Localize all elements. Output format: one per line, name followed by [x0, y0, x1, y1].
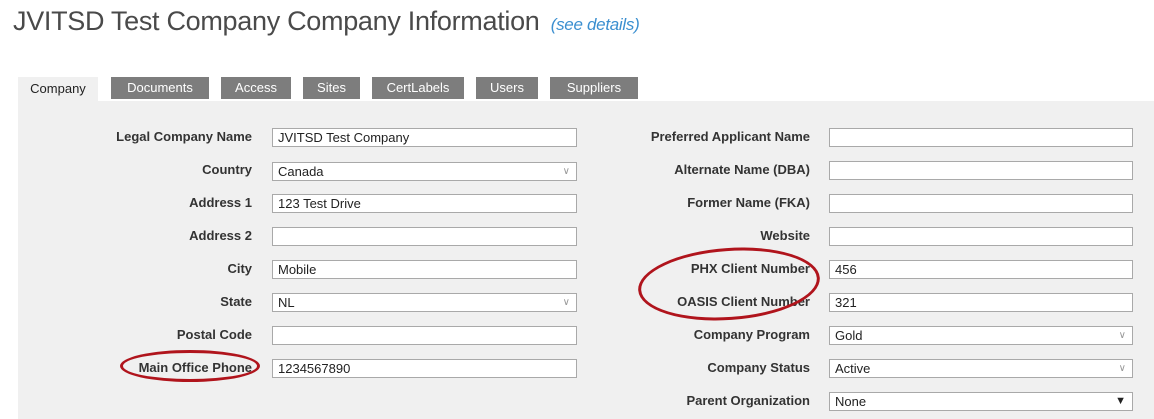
- tab-documents[interactable]: Documents: [111, 77, 209, 99]
- legal-company-name-input[interactable]: JVITSD Test Company: [272, 128, 577, 147]
- company-status-select[interactable]: Active: [829, 359, 1133, 378]
- tab-access[interactable]: Access: [221, 77, 291, 99]
- website-label: Website: [760, 228, 810, 243]
- company-program-select[interactable]: Gold: [829, 326, 1133, 345]
- address1-input[interactable]: 123 Test Drive: [272, 194, 577, 213]
- website-input[interactable]: [829, 227, 1133, 246]
- tab-certlabels[interactable]: CertLabels: [372, 77, 464, 99]
- parent-organization-select[interactable]: None ▼: [829, 392, 1133, 411]
- city-input[interactable]: Mobile: [272, 260, 577, 279]
- postal-code-input[interactable]: [272, 326, 577, 345]
- see-details-link[interactable]: (see details): [551, 15, 640, 34]
- preferred-applicant-name-label: Preferred Applicant Name: [650, 129, 810, 144]
- former-name-label: Former Name (FKA): [687, 195, 810, 210]
- phx-client-number-label: PHX Client Number: [690, 261, 810, 276]
- phx-client-number-input[interactable]: 456: [829, 260, 1133, 279]
- tab-company[interactable]: Company: [18, 77, 98, 103]
- alternate-name-label: Alternate Name (DBA): [674, 162, 810, 177]
- address2-label: Address 2: [189, 228, 252, 243]
- preferred-applicant-name-input[interactable]: [829, 128, 1133, 147]
- city-label: City: [227, 261, 252, 276]
- tab-suppliers[interactable]: Suppliers: [550, 77, 638, 99]
- legal-company-name-label: Legal Company Name: [116, 129, 252, 144]
- page-title: JVITSD Test Company Company Information …: [13, 6, 640, 37]
- address1-label: Address 1: [189, 195, 252, 210]
- oasis-client-number-label: OASIS Client Number: [677, 294, 810, 309]
- company-program-label: Company Program: [693, 327, 810, 342]
- alternate-name-input[interactable]: [829, 161, 1133, 180]
- former-name-input[interactable]: [829, 194, 1133, 213]
- country-select[interactable]: Canada: [272, 162, 577, 181]
- main-office-phone-input[interactable]: 1234567890: [272, 359, 577, 378]
- main-office-phone-label: Main Office Phone: [138, 360, 252, 375]
- dropdown-arrow-icon: ▼: [1115, 395, 1126, 407]
- state-select[interactable]: NL: [272, 293, 577, 312]
- tab-users[interactable]: Users: [476, 77, 538, 99]
- oasis-client-number-input[interactable]: 321: [829, 293, 1133, 312]
- tab-sites[interactable]: Sites: [303, 77, 360, 99]
- parent-organization-value: None: [835, 394, 867, 409]
- page-title-text: JVITSD Test Company Company Information: [13, 6, 540, 36]
- parent-organization-label: Parent Organization: [686, 393, 810, 408]
- state-label: State: [220, 294, 252, 309]
- address2-input[interactable]: [272, 227, 577, 246]
- country-label: Country: [202, 162, 252, 177]
- company-status-label: Company Status: [707, 360, 810, 375]
- postal-code-label: Postal Code: [176, 327, 252, 342]
